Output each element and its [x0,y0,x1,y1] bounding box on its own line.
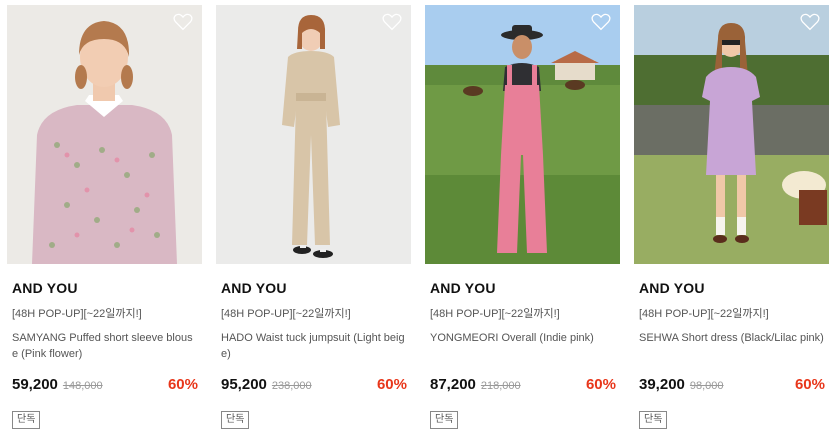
heart-outline-icon[interactable] [173,13,193,31]
product-name[interactable]: HADO Waist tuck jumpsuit (Light beige) [221,330,406,364]
exclusive-badge: 단독 [12,411,41,429]
discount-rate: 60% [376,376,407,393]
product-card[interactable]: AND YOU [48H POP-UP][~22일까지!] YONGMEORI … [425,5,620,429]
discount-rate: 60% [794,376,825,393]
product-image[interactable] [216,5,411,264]
exclusive-badge: 단독 [639,411,668,429]
original-price: 98,000 [689,380,724,392]
brand-name[interactable]: AND YOU [639,280,829,298]
product-card[interactable]: AND YOU [48H POP-UP][~22일까지!] SEHWA Shor… [634,5,829,429]
product-photo-yongmeori [425,5,620,264]
price-row: 87,200 218,000 60% [430,376,616,396]
product-name[interactable]: SEHWA Short dress (Black/Lilac pink) [639,330,824,364]
price-row: 39,200 98,000 60% [639,376,825,396]
promo-text: [48H POP-UP][~22일까지!] [12,308,142,320]
product-image[interactable] [634,5,829,264]
product-image[interactable] [7,5,202,264]
sale-price: 39,200 [639,376,685,393]
discount-rate: 60% [585,376,616,393]
original-price: 238,000 [271,380,312,392]
brand-name[interactable]: AND YOU [430,280,620,298]
sale-price: 59,200 [12,376,58,393]
exclusive-badge: 단독 [430,411,459,429]
discount-rate: 60% [167,376,198,393]
original-price: 148,000 [62,380,103,392]
heart-outline-icon[interactable] [382,13,402,31]
brand-name[interactable]: AND YOU [12,280,202,298]
product-photo-sehwa [634,5,829,264]
promo-text: [48H POP-UP][~22일까지!] [639,308,769,320]
price-row: 59,200 148,000 60% [12,376,198,396]
sale-price: 95,200 [221,376,267,393]
product-name[interactable]: YONGMEORI Overall (Indie pink) [430,330,615,364]
exclusive-badge: 단독 [221,411,250,429]
product-grid: AND YOU [48H POP-UP][~22일까지!] SAMYANG Pu… [7,5,829,429]
product-name[interactable]: SAMYANG Puffed short sleeve blouse (Pink… [12,330,197,364]
brand-name[interactable]: AND YOU [221,280,411,298]
heart-outline-icon[interactable] [591,13,611,31]
product-card[interactable]: AND YOU [48H POP-UP][~22일까지!] SAMYANG Pu… [7,5,202,429]
product-photo-hado [216,5,411,264]
price-row: 95,200 238,000 60% [221,376,407,396]
product-image[interactable] [425,5,620,264]
sale-price: 87,200 [430,376,476,393]
product-photo-samyang [7,5,202,264]
promo-text: [48H POP-UP][~22일까지!] [221,308,351,320]
original-price: 218,000 [480,380,521,392]
heart-outline-icon[interactable] [800,13,820,31]
product-card[interactable]: AND YOU [48H POP-UP][~22일까지!] HADO Waist… [216,5,411,429]
promo-text: [48H POP-UP][~22일까지!] [430,308,560,320]
